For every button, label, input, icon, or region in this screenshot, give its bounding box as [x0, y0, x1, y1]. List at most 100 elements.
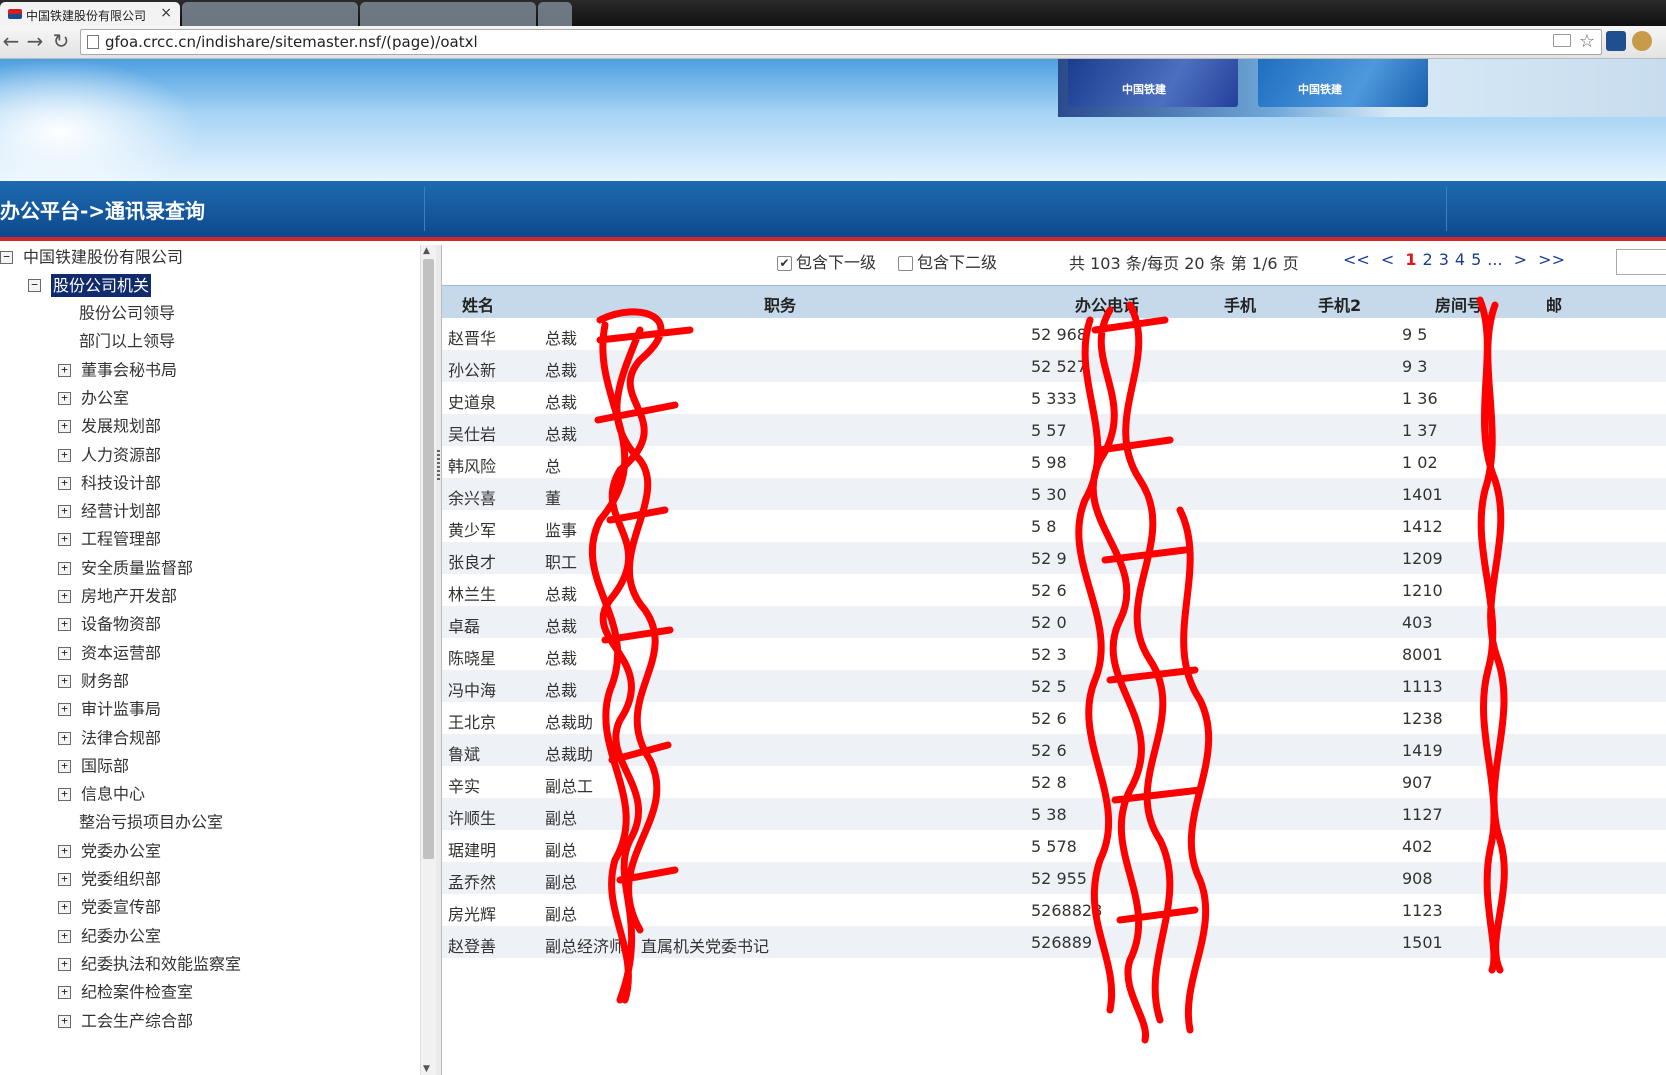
tree-item[interactable]: + 审计监事局 — [58, 695, 161, 723]
bookmark-star-icon[interactable]: ☆ — [1579, 31, 1595, 52]
col-mobile-header[interactable]: 手机 — [1224, 292, 1256, 316]
browser-tab[interactable] — [360, 2, 536, 26]
tree-item-label[interactable]: 房地产开发部 — [81, 587, 177, 606]
more-pages-link[interactable]: ... — [1487, 250, 1502, 269]
table-row[interactable]: 张良才 职工 52 9 1209 — [442, 542, 1666, 574]
expand-icon[interactable]: + — [58, 476, 71, 490]
splitter-grip-icon[interactable] — [437, 450, 440, 480]
col-title-header[interactable]: 职务 — [764, 292, 796, 316]
expand-icon[interactable]: + — [58, 957, 71, 971]
include-level2-filter[interactable]: 包含下二级 — [898, 249, 997, 273]
tree-item-label[interactable]: 股份公司领导 — [79, 304, 175, 323]
tree-item[interactable]: + 纪委执法和效能监察室 — [58, 950, 241, 978]
tree-item[interactable]: + 科技设计部 — [58, 469, 161, 497]
tree-item[interactable]: + 纪检案件检查室 — [58, 978, 193, 1006]
expand-icon[interactable]: + — [58, 731, 71, 745]
tree-item-label[interactable]: 纪委执法和效能监察室 — [81, 954, 241, 973]
tree-item-label[interactable]: 部门以上领导 — [79, 332, 175, 351]
expand-icon[interactable]: + — [58, 901, 71, 915]
expand-icon[interactable]: + — [58, 788, 71, 802]
tree-root-label[interactable]: 中国铁建股份有限公司 — [23, 248, 183, 267]
table-row[interactable]: 冯中海 总裁 52 5 1113 — [442, 670, 1666, 702]
table-row[interactable]: 韩风险 总 5 98 1 02 — [442, 446, 1666, 478]
tree-item-label[interactable]: 法律合规部 — [81, 728, 161, 747]
table-row[interactable]: 卓磊 总裁 52 0 403 — [442, 606, 1666, 638]
expand-icon[interactable]: + — [58, 759, 71, 773]
first-page-link[interactable]: << — [1343, 250, 1370, 269]
tree-item-label[interactable]: 国际部 — [81, 756, 129, 775]
expand-icon[interactable]: + — [58, 561, 71, 575]
tree-item[interactable]: + 国际部 — [58, 752, 129, 780]
collapse-icon[interactable]: − — [0, 251, 13, 264]
tree-item[interactable]: 股份公司领导 — [79, 299, 175, 327]
table-row[interactable]: 黄少军 监事 5 8 1412 — [442, 510, 1666, 542]
expand-icon[interactable]: + — [58, 1014, 71, 1028]
tree-item[interactable]: + 房地产开发部 — [58, 582, 177, 610]
tree-item[interactable]: + 发展规划部 — [58, 412, 161, 440]
tree-group-label[interactable]: 股份公司机关 — [51, 273, 152, 297]
tree-item-label[interactable]: 党委办公室 — [81, 841, 161, 860]
col-name-header[interactable]: 姓名 — [462, 292, 494, 316]
expand-icon[interactable]: + — [58, 533, 71, 547]
tree-item[interactable]: + 法律合规部 — [58, 724, 161, 752]
tree-item-label[interactable]: 办公室 — [81, 388, 129, 407]
tree-root[interactable]: − 中国铁建股份有限公司 — [0, 243, 183, 271]
tree-item[interactable]: + 工程管理部 — [58, 525, 161, 553]
tree-scrollbar[interactable]: ▲ ▼ — [420, 245, 436, 1075]
tree-item-label[interactable]: 工程管理部 — [81, 530, 161, 549]
url-text[interactable]: gfoa.crcc.cn/indishare/sitemaster.nsf/(p… — [105, 33, 478, 51]
tree-item[interactable]: 部门以上领导 — [79, 327, 175, 355]
include-level2-label[interactable]: 包含下二级 — [917, 253, 997, 272]
tree-item-label[interactable]: 安全质量监督部 — [81, 558, 193, 577]
tree-item[interactable]: + 设备物资部 — [58, 610, 161, 638]
table-row[interactable]: 房光辉 副总 5268828 1123 — [442, 894, 1666, 926]
tree-item[interactable]: + 资本运营部 — [58, 639, 161, 667]
expand-icon[interactable]: + — [58, 844, 71, 858]
table-row[interactable]: 赵晋华 总裁 52 968 9 5 — [442, 318, 1666, 350]
page-link-2[interactable]: 2 — [1423, 250, 1433, 269]
table-row[interactable]: 吴仕岩 总裁 5 57 1 37 — [442, 414, 1666, 446]
tree-item[interactable]: + 财务部 — [58, 667, 129, 695]
tree-item-label[interactable]: 经营计划部 — [81, 502, 161, 521]
expand-icon[interactable]: + — [58, 929, 71, 943]
page-link-3[interactable]: 3 — [1439, 250, 1449, 269]
back-arrow-icon[interactable]: ← — [0, 30, 22, 52]
table-row[interactable]: 余兴喜 董 5 30 1401 — [442, 478, 1666, 510]
expand-icon[interactable]: + — [58, 448, 71, 462]
expand-icon[interactable]: + — [58, 420, 71, 434]
tree-group[interactable]: − 股份公司机关 — [28, 271, 152, 299]
expand-icon[interactable]: + — [58, 703, 71, 717]
tree-item-label[interactable]: 审计监事局 — [81, 700, 161, 719]
table-row[interactable]: 史道泉 总裁 5 333 1 36 — [442, 382, 1666, 414]
last-page-link[interactable]: >> — [1538, 250, 1565, 269]
table-row[interactable]: 鲁斌 总裁助 52 6 1419 — [442, 734, 1666, 766]
forward-arrow-icon[interactable]: → — [24, 30, 46, 52]
tree-item-label[interactable]: 纪检案件检查室 — [81, 983, 193, 1002]
scroll-up-icon[interactable]: ▲ — [423, 246, 430, 256]
scroll-down-icon[interactable]: ▼ — [423, 1064, 430, 1074]
tree-item-label[interactable]: 设备物资部 — [81, 615, 161, 634]
table-row[interactable]: 陈晓星 总裁 52 3 8001 — [442, 638, 1666, 670]
table-row[interactable]: 王北京 总裁助 52 6 1238 — [442, 702, 1666, 734]
expand-icon[interactable]: + — [58, 505, 71, 519]
expand-icon[interactable]: + — [58, 674, 71, 688]
tree-item[interactable]: + 信息中心 — [58, 780, 145, 808]
new-tab-button[interactable] — [538, 2, 572, 26]
table-row[interactable]: 孟乔然 副总 52 955 908 — [442, 862, 1666, 894]
tree-item[interactable]: 整治亏损项目办公室 — [79, 808, 223, 836]
page-jump-input[interactable] — [1616, 249, 1666, 275]
page-link-1[interactable]: 1 — [1405, 250, 1416, 269]
tree-item-label[interactable]: 信息中心 — [81, 785, 145, 804]
tree-item-label[interactable]: 发展规划部 — [81, 417, 161, 436]
tree-item[interactable]: + 经营计划部 — [58, 497, 161, 525]
col-mobile2-header[interactable]: 手机2 — [1318, 292, 1361, 316]
expand-icon[interactable]: + — [58, 590, 71, 603]
include-level1-label[interactable]: 包含下一级 — [796, 253, 876, 272]
table-row[interactable]: 赵登善 副总经济师、直属机关党委书记 526889 1501 — [442, 926, 1666, 958]
col-office-phone-header[interactable]: 办公电话 — [1075, 292, 1139, 316]
tree-item[interactable]: + 党委办公室 — [58, 837, 161, 865]
next-page-link[interactable]: > — [1514, 250, 1527, 269]
extension-icon[interactable] — [1632, 31, 1652, 51]
expand-icon[interactable]: + — [58, 986, 71, 1000]
col-email-header[interactable]: 邮 — [1546, 292, 1562, 316]
